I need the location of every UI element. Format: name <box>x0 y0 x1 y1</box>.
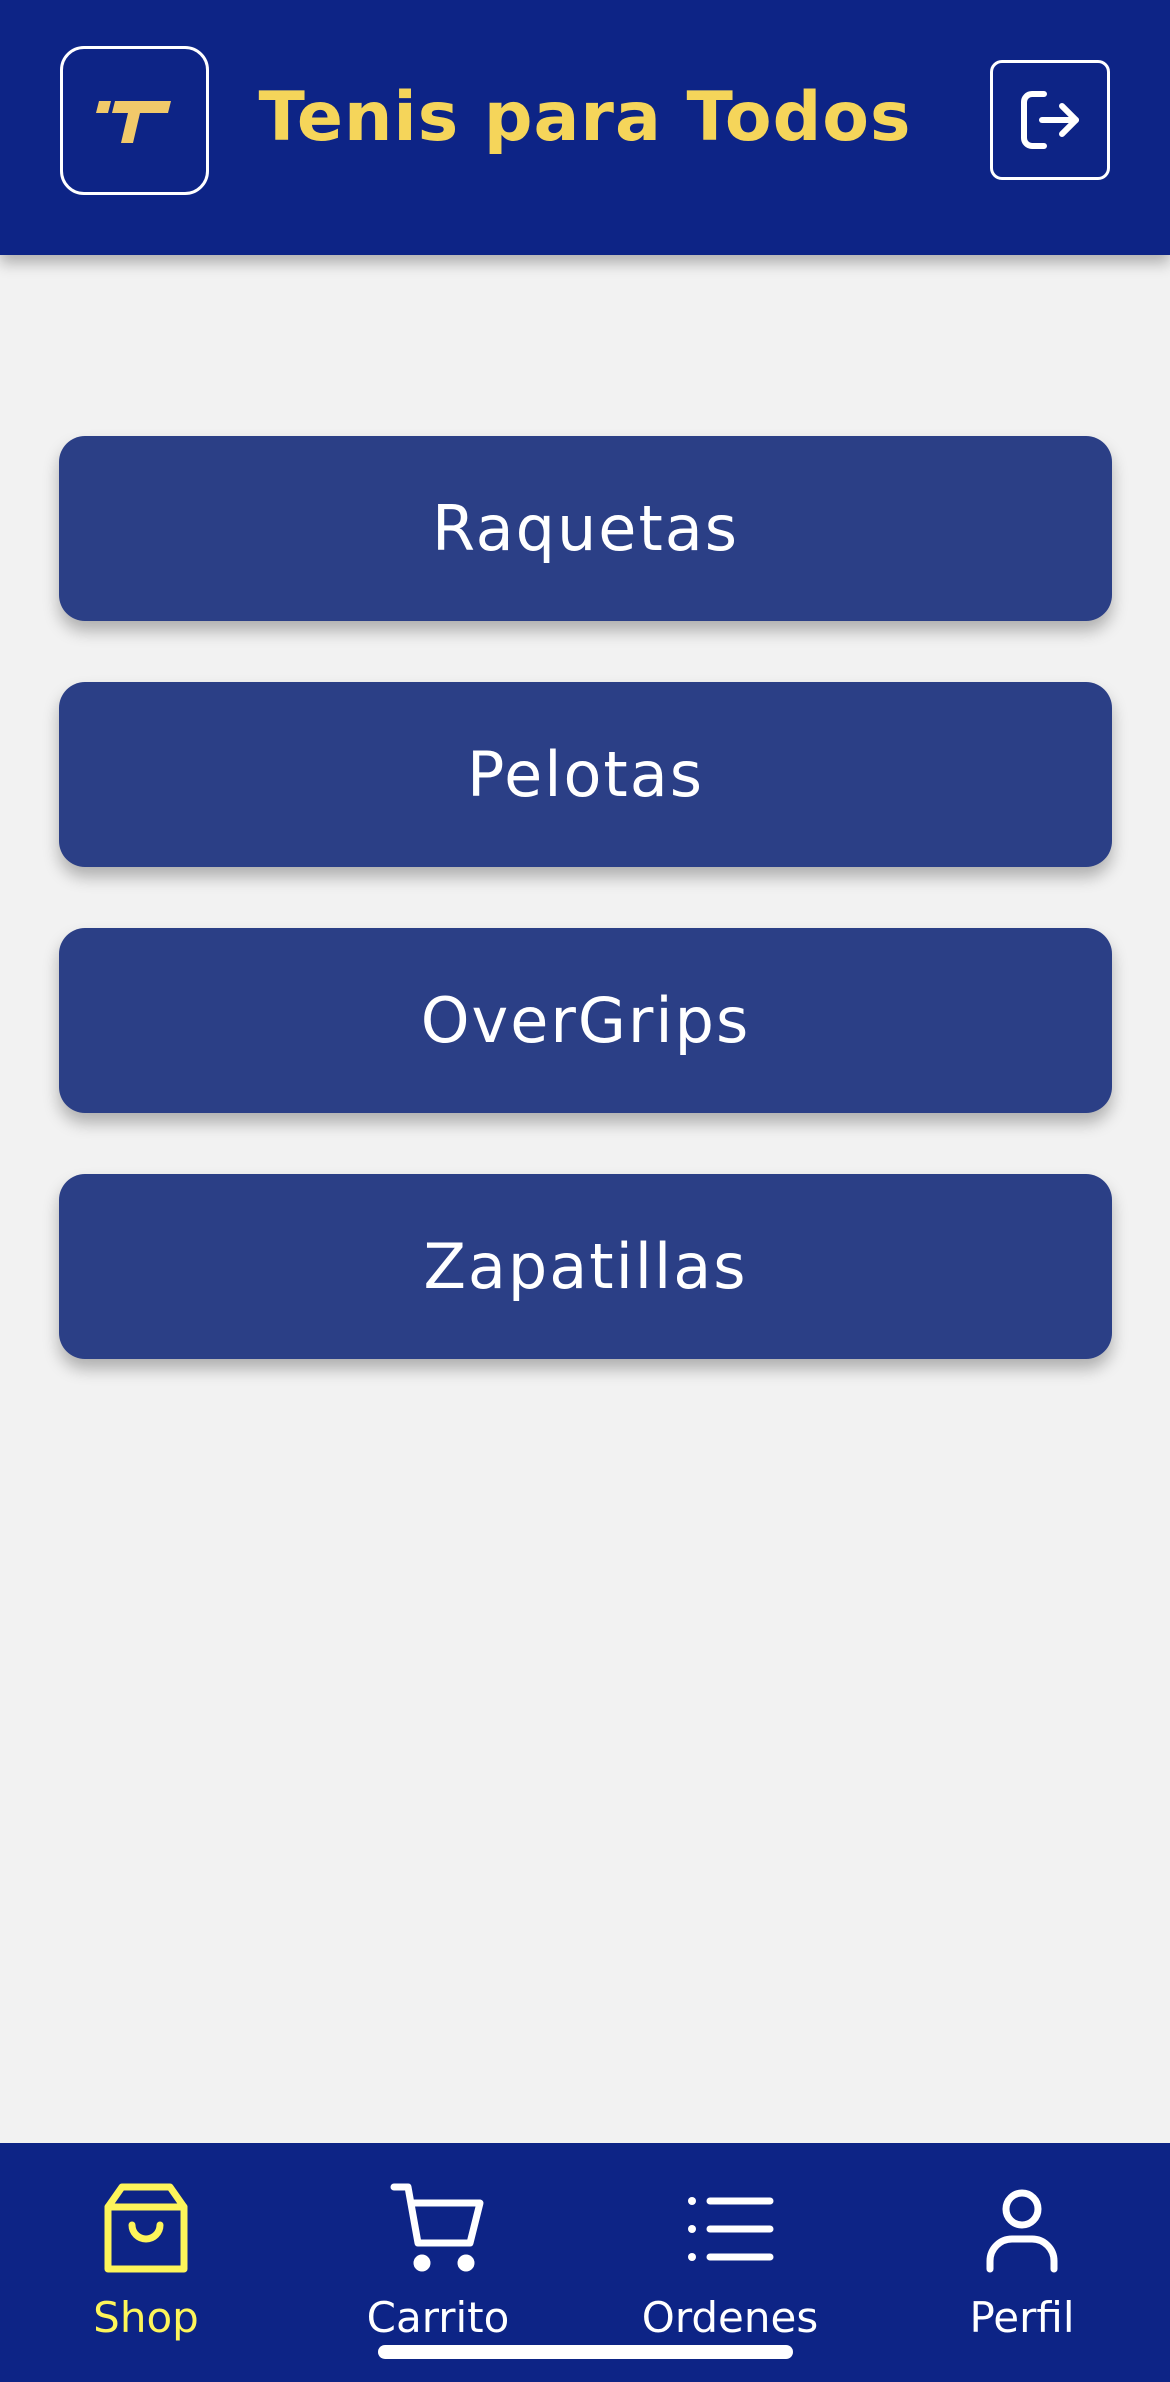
tab-label: Carrito <box>366 2293 510 2342</box>
user-icon <box>986 2189 1058 2273</box>
tab-shop[interactable]: Shop <box>0 2143 292 2382</box>
category-button-overgrips[interactable]: OverGrips <box>59 928 1112 1113</box>
tab-label: Shop <box>93 2293 199 2342</box>
logout-icon <box>1021 91 1079 149</box>
brand-logo <box>60 46 209 195</box>
logout-button[interactable] <box>990 60 1110 180</box>
home-indicator <box>378 2345 793 2359</box>
category-label: Raquetas <box>431 492 740 565</box>
category-label: Zapatillas <box>423 1230 748 1303</box>
list-icon <box>688 2197 774 2261</box>
app-title: Tenis para Todos <box>258 78 912 157</box>
category-button-pelotas[interactable]: Pelotas <box>59 682 1112 867</box>
shopping-bag-icon <box>104 2183 188 2273</box>
cart-icon <box>390 2183 484 2272</box>
tab-label: Ordenes <box>641 2293 819 2342</box>
app-header: Tenis para Todos <box>0 0 1170 255</box>
brand-t-logo-icon <box>95 100 171 143</box>
category-label: Pelotas <box>466 738 705 811</box>
category-button-raquetas[interactable]: Raquetas <box>59 436 1112 621</box>
category-list: Raquetas Pelotas OverGrips Zapatillas <box>0 255 1170 1390</box>
category-button-zapatillas[interactable]: Zapatillas <box>59 1174 1112 1359</box>
tab-label: Perfil <box>969 2293 1075 2342</box>
category-label: OverGrips <box>420 984 751 1057</box>
tab-perfil[interactable]: Perfil <box>876 2143 1168 2382</box>
